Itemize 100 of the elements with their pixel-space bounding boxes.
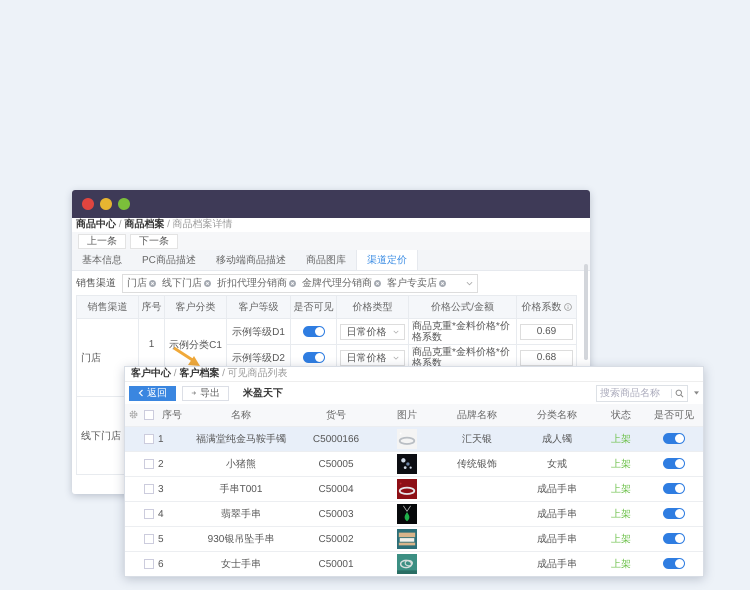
toggle-switch[interactable] — [663, 458, 685, 470]
status-text: 上架 — [611, 509, 631, 520]
page-title: 米盈天下 — [243, 386, 283, 400]
channel-tag: 线下门店 — [162, 276, 211, 290]
checkbox[interactable] — [144, 458, 154, 469]
column-header: 销售渠道 — [76, 296, 138, 318]
checkbox[interactable] — [144, 508, 154, 519]
remove-icon[interactable] — [439, 280, 446, 286]
toggle-switch[interactable] — [663, 533, 685, 544]
settings-icon[interactable] — [128, 410, 138, 420]
table-cell: 2 — [158, 458, 164, 470]
checkbox[interactable] — [144, 410, 154, 420]
coefficient-field[interactable]: 0.69 — [520, 324, 573, 340]
column-header: 序号 — [138, 296, 164, 318]
toggle-switch[interactable] — [663, 483, 685, 494]
table-cell: 示例等级D2 — [232, 352, 285, 364]
toggle-switch[interactable] — [663, 433, 685, 444]
table-row[interactable]: 4 翡翠手串 C50003 成品手串 上架 — [125, 502, 703, 526]
column-header: 状态 — [597, 404, 645, 426]
checkbox[interactable] — [144, 558, 154, 569]
tab[interactable]: 移动端商品描述 — [206, 250, 296, 270]
toolbar-button[interactable]: 导出 — [182, 386, 229, 400]
table-cell: 女士手串 — [221, 559, 261, 570]
caret-icon[interactable] — [694, 391, 699, 395]
table-cell: 手串T001 — [220, 484, 262, 495]
table-cell: 翡翠手串 — [221, 509, 261, 520]
table-cell: 女戒 — [547, 459, 567, 470]
toggle-switch[interactable] — [302, 352, 324, 363]
table-cell: 6 — [158, 558, 164, 570]
caret-icon — [392, 356, 398, 360]
minimize-button[interactable] — [100, 198, 112, 210]
tab[interactable]: 商品图库 — [296, 250, 356, 270]
table-cell: 传统银饰 — [457, 459, 497, 470]
table-row[interactable]: 1 福满堂纯金马鞍手镯 C5000166 汇天银 成人镯 上架 — [125, 426, 703, 452]
checkbox[interactable] — [144, 484, 154, 494]
nav-button[interactable]: 下一条 — [130, 234, 178, 248]
toolbar-button[interactable]: 返回 — [129, 386, 176, 400]
remove-icon[interactable] — [204, 280, 211, 286]
table-row[interactable]: 2 小猪熊 C50005 传统银饰 女戒 上架 — [125, 452, 703, 476]
column-header: 是否可见 — [645, 404, 703, 426]
channel-tag: 折扣代理分销商 — [217, 276, 296, 290]
table-cell: C50002 — [318, 534, 354, 544]
column-header: 品牌名称 — [437, 404, 517, 426]
status-text: 上架 — [611, 459, 631, 470]
breadcrumb: 客户中心 / 客户档案 / 可见商品列表 — [125, 367, 703, 382]
price-type-select[interactable]: 日常价格 — [340, 324, 405, 340]
column-header: 客户等级 — [226, 296, 290, 318]
channel-select[interactable]: 门店 线下门店 折扣代理分销商 金牌代理分销商 客户专卖店 — [122, 274, 478, 292]
table-cell: C50005 — [318, 458, 354, 470]
table-row[interactable]: 3 手串T001 C50004 成品手串 上架 — [125, 476, 703, 502]
table-cell: 示例等级D1 — [232, 326, 285, 338]
scrollbar[interactable] — [584, 264, 588, 360]
checkbox[interactable] — [144, 534, 154, 544]
column-header: 价格公式/金额 — [408, 296, 516, 318]
table-row[interactable]: 5 930银吊坠手串 C50002 成品手串 上架 — [125, 526, 703, 552]
price-type-select[interactable]: 日常价格 — [340, 350, 405, 366]
column-header: 图片 — [377, 404, 437, 426]
column-header: 价格类型 — [336, 296, 408, 318]
remove-icon[interactable] — [149, 280, 156, 286]
export-icon — [191, 389, 197, 397]
back-icon — [138, 389, 144, 397]
table-cell: 汇天银 — [462, 434, 492, 445]
table-cell: 1 — [158, 434, 164, 444]
tab[interactable]: PC商品描述 — [132, 250, 206, 270]
toggle-switch[interactable] — [302, 326, 324, 337]
close-button[interactable] — [82, 198, 94, 210]
nav-button[interactable]: 上一条 — [78, 234, 126, 248]
caret-icon — [466, 280, 473, 286]
column-header: 是否可见 — [290, 296, 336, 318]
toggle-switch[interactable] — [663, 508, 685, 520]
channel-tag: 金牌代理分销商 — [302, 276, 381, 290]
column-header: 价格系数 — [516, 296, 576, 318]
tab[interactable]: 基本信息 — [72, 250, 132, 270]
column-header: 客户分类 — [164, 296, 226, 318]
table-cell: C50003 — [318, 508, 354, 520]
checkbox[interactable] — [144, 434, 154, 444]
table-cell: 示例分类C1 — [169, 340, 222, 350]
status-text: 上架 — [611, 434, 631, 445]
channel-tag: 客户专卖店 — [387, 276, 446, 290]
table-cell: 门店 — [81, 352, 101, 364]
table-cell: 成品手串 — [537, 559, 577, 570]
table-cell: 930银吊坠手串 — [208, 534, 274, 545]
remove-icon[interactable] — [374, 280, 381, 286]
table-cell: 成品手串 — [537, 484, 577, 495]
remove-icon[interactable] — [289, 280, 296, 286]
toggle-switch[interactable] — [663, 558, 685, 570]
channel-tag: 门店 — [127, 276, 156, 290]
table-row[interactable]: 6 女士手串 C50001 成品手串 上架 — [125, 552, 703, 576]
table-cell: 成品手串 — [537, 534, 577, 545]
caret-icon — [392, 330, 398, 334]
coefficient-field[interactable]: 0.68 — [520, 350, 573, 366]
status-text: 上架 — [611, 559, 631, 570]
table-cell: 5 — [158, 534, 164, 544]
tab[interactable]: 渠道定价 — [356, 250, 418, 270]
table-cell-text: 商品克重*金料价格*价格系数 — [412, 320, 511, 342]
table-cell: C50001 — [318, 558, 354, 570]
maximize-button[interactable] — [118, 198, 130, 210]
status-text: 上架 — [611, 534, 631, 545]
table-cell: 成人镯 — [542, 434, 572, 445]
table-cell: 小猪熊 — [226, 459, 256, 470]
